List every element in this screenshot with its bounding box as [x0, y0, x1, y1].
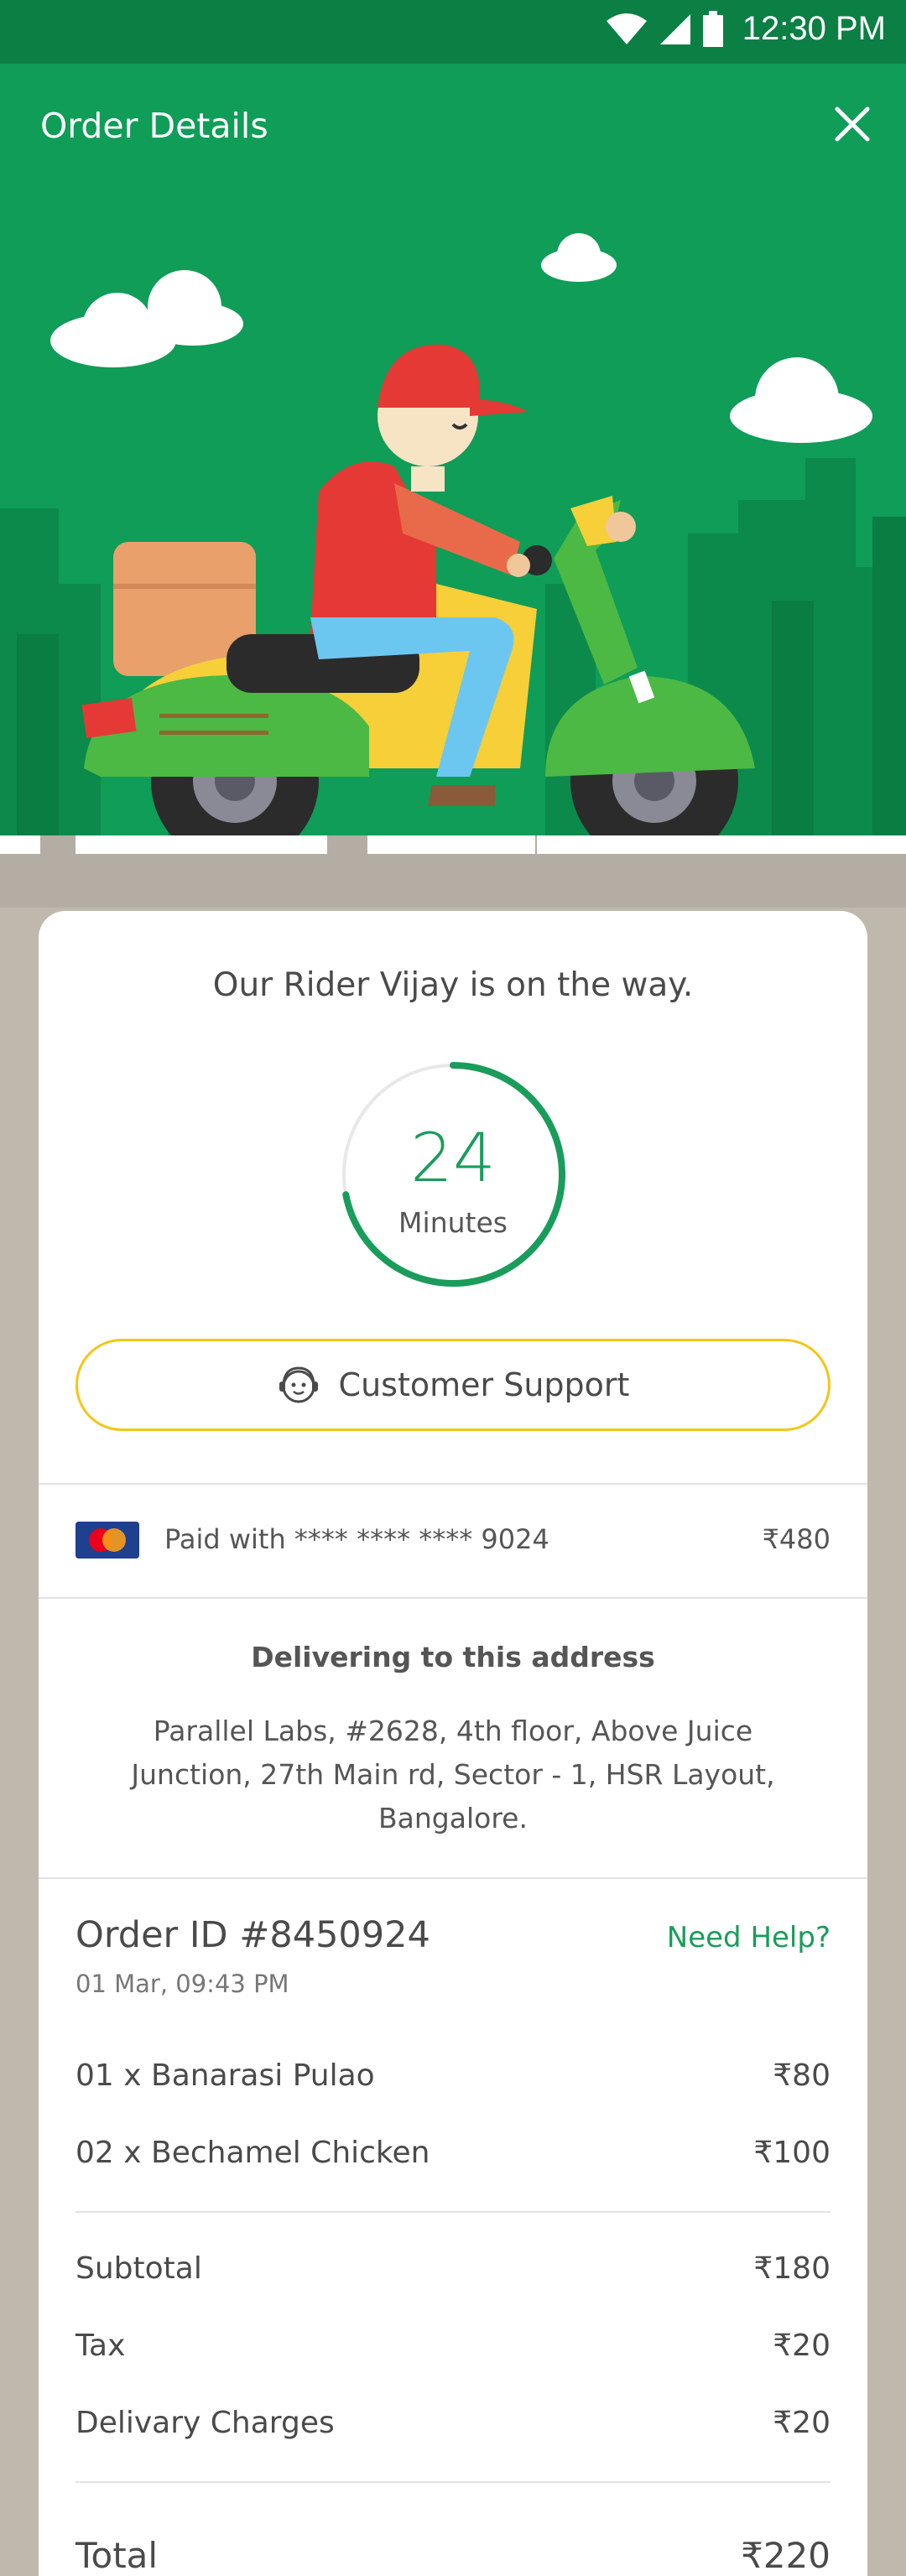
- payment-method: Paid with **** **** **** 9024: [164, 1523, 549, 1555]
- status-bar: 12:30 PM: [0, 0, 906, 64]
- item-price: ₹80: [773, 2058, 830, 2093]
- title-bar: Order Details: [0, 64, 906, 190]
- charge-name: Tax: [76, 2329, 126, 2363]
- close-button[interactable]: [825, 97, 879, 151]
- charge-row: Delivary Charges ₹20: [76, 2406, 830, 2448]
- order-card: Our Rider Vijay is on the way. 24 Minute…: [39, 911, 867, 2576]
- order-item: 01 x Banarasi Pulao ₹80: [76, 2058, 830, 2100]
- charge-amount: ₹20: [773, 2329, 830, 2363]
- road-stripe: [537, 835, 814, 854]
- total-amount: ₹220: [741, 2535, 830, 2576]
- charge-amount: ₹20: [773, 2406, 830, 2440]
- customer-support-button[interactable]: Customer Support: [76, 1339, 830, 1431]
- divider: [39, 1597, 867, 1599]
- payment-row: Paid with **** **** **** 9024 ₹480: [39, 1485, 867, 1595]
- page-title: Order Details: [40, 106, 268, 146]
- item-name: 02 x Bechamel Chicken: [76, 2136, 430, 2170]
- delivery-address: Parallel Labs, #2628, 4th floor, Above J…: [131, 1715, 775, 1834]
- rider-status-message: Our Rider Vijay is on the way.: [212, 966, 694, 1004]
- address-title: Delivering to this address: [251, 1641, 655, 1673]
- battery-icon: [702, 10, 723, 47]
- charge-row: Subtotal ₹180: [76, 2251, 830, 2293]
- hero-banner: Order Details: [0, 64, 906, 835]
- status-time: 12:30 PM: [742, 10, 886, 47]
- status-icons: 12:30 PM: [605, 10, 886, 48]
- road: [0, 835, 906, 908]
- road-stripe: [812, 835, 906, 854]
- mastercard-icon: [76, 1522, 139, 1559]
- charge-name: Delivary Charges: [76, 2406, 335, 2440]
- eta-timer: 24 Minutes: [341, 1062, 565, 1287]
- support-label: Customer Support: [338, 1366, 630, 1403]
- item-name: 01 x Banarasi Pulao: [76, 2058, 375, 2093]
- wifi-icon: [606, 13, 647, 44]
- order-item: 02 x Bechamel Chicken ₹100: [76, 2136, 830, 2178]
- charge-amount: ₹180: [753, 2251, 830, 2286]
- signal-icon: [659, 13, 690, 44]
- close-icon: [835, 107, 870, 142]
- eta-unit: Minutes: [398, 1206, 508, 1239]
- payment-amount: ₹480: [762, 1523, 830, 1555]
- divider: [76, 2211, 830, 2213]
- charge-name: Subtotal: [76, 2251, 202, 2286]
- eta-value: 24: [410, 1119, 496, 1197]
- road-stripe: [76, 835, 327, 854]
- charge-row: Tax ₹20: [76, 2329, 830, 2370]
- order-id: Order ID #8450924: [76, 1914, 430, 1956]
- item-price: ₹100: [753, 2136, 830, 2170]
- divider: [39, 1877, 867, 1879]
- road-stripe: [367, 835, 535, 854]
- divider: [76, 2481, 830, 2483]
- need-help-link[interactable]: Need Help?: [667, 1921, 830, 1954]
- total-label: Total: [76, 2535, 159, 2576]
- road-stripe: [0, 835, 40, 854]
- support-agent-icon: [279, 1366, 318, 1403]
- order-date: 01 Mar, 09:43 PM: [76, 1970, 289, 1998]
